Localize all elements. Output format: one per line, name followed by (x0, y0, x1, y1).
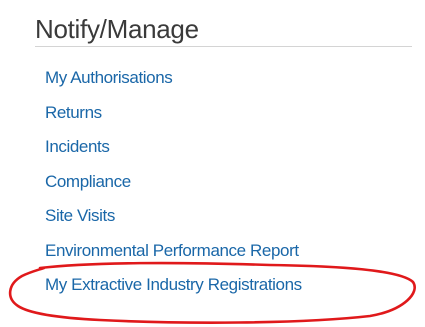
menu-item-my-authorisations: My Authorisations (45, 68, 302, 103)
menu-item-compliance: Compliance (45, 172, 302, 207)
my-extractive-industry-registrations-link[interactable]: My Extractive Industry Registrations (45, 275, 302, 294)
menu-item-site-visits: Site Visits (45, 206, 302, 241)
environmental-performance-report-link[interactable]: Environmental Performance Report (45, 241, 299, 260)
menu-item-environmental-performance-report: Environmental Performance Report (45, 241, 302, 276)
notify-manage-menu: My Authorisations Returns Incidents Comp… (45, 68, 302, 310)
site-visits-link[interactable]: Site Visits (45, 206, 115, 225)
my-authorisations-link[interactable]: My Authorisations (45, 68, 173, 87)
menu-item-returns: Returns (45, 103, 302, 138)
menu-item-my-extractive-industry-registrations: My Extractive Industry Registrations (45, 275, 302, 310)
incidents-link[interactable]: Incidents (45, 137, 110, 156)
notify-manage-panel: Notify/Manage My Authorisations Returns … (0, 0, 425, 327)
heading-divider (35, 46, 412, 47)
compliance-link[interactable]: Compliance (45, 172, 131, 191)
menu-item-incidents: Incidents (45, 137, 302, 172)
section-heading: Notify/Manage (35, 14, 199, 44)
returns-link[interactable]: Returns (45, 103, 102, 122)
